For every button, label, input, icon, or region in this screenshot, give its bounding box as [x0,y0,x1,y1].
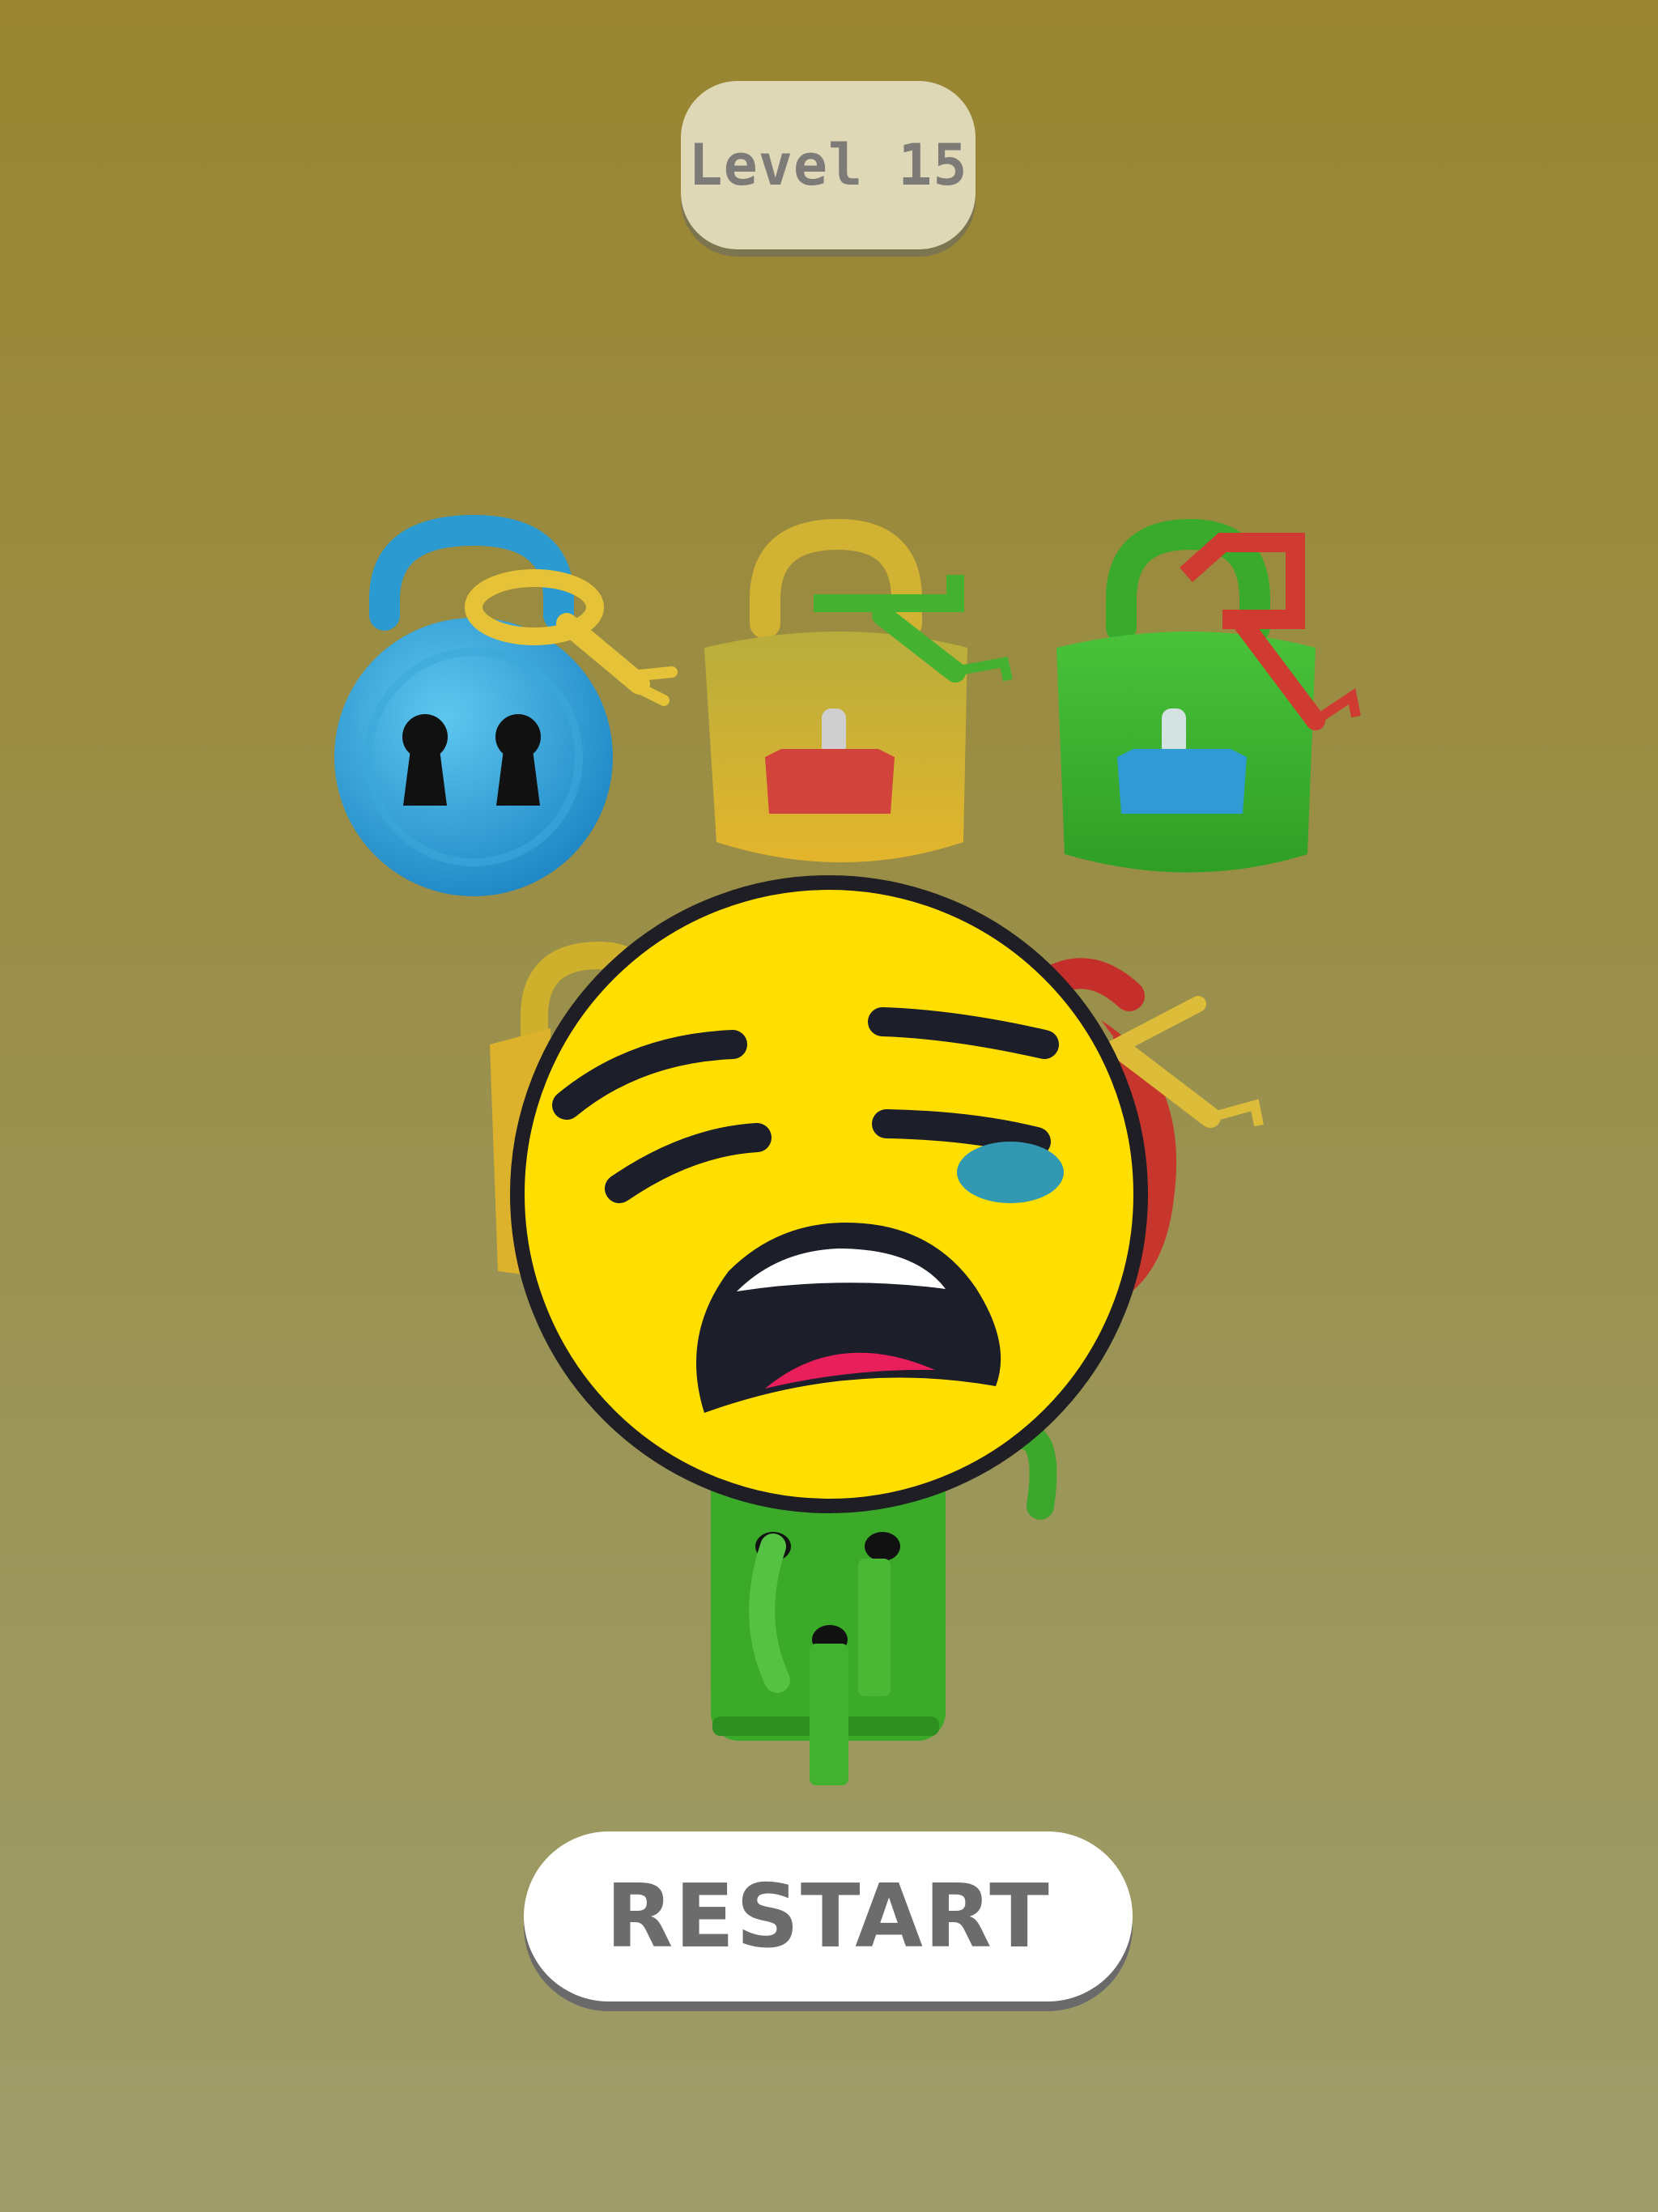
green-lock[interactable] [1056,518,1316,873]
tear-drop-icon [957,1142,1064,1203]
restart-button[interactable]: RESTART [524,1831,1133,2001]
keyhole-icon [402,714,448,806]
yellow-lock[interactable] [704,518,967,862]
keyhole-icon [495,714,541,806]
crying-face-emoji [510,875,1148,1513]
restart-label: RESTART [606,1865,1051,1967]
